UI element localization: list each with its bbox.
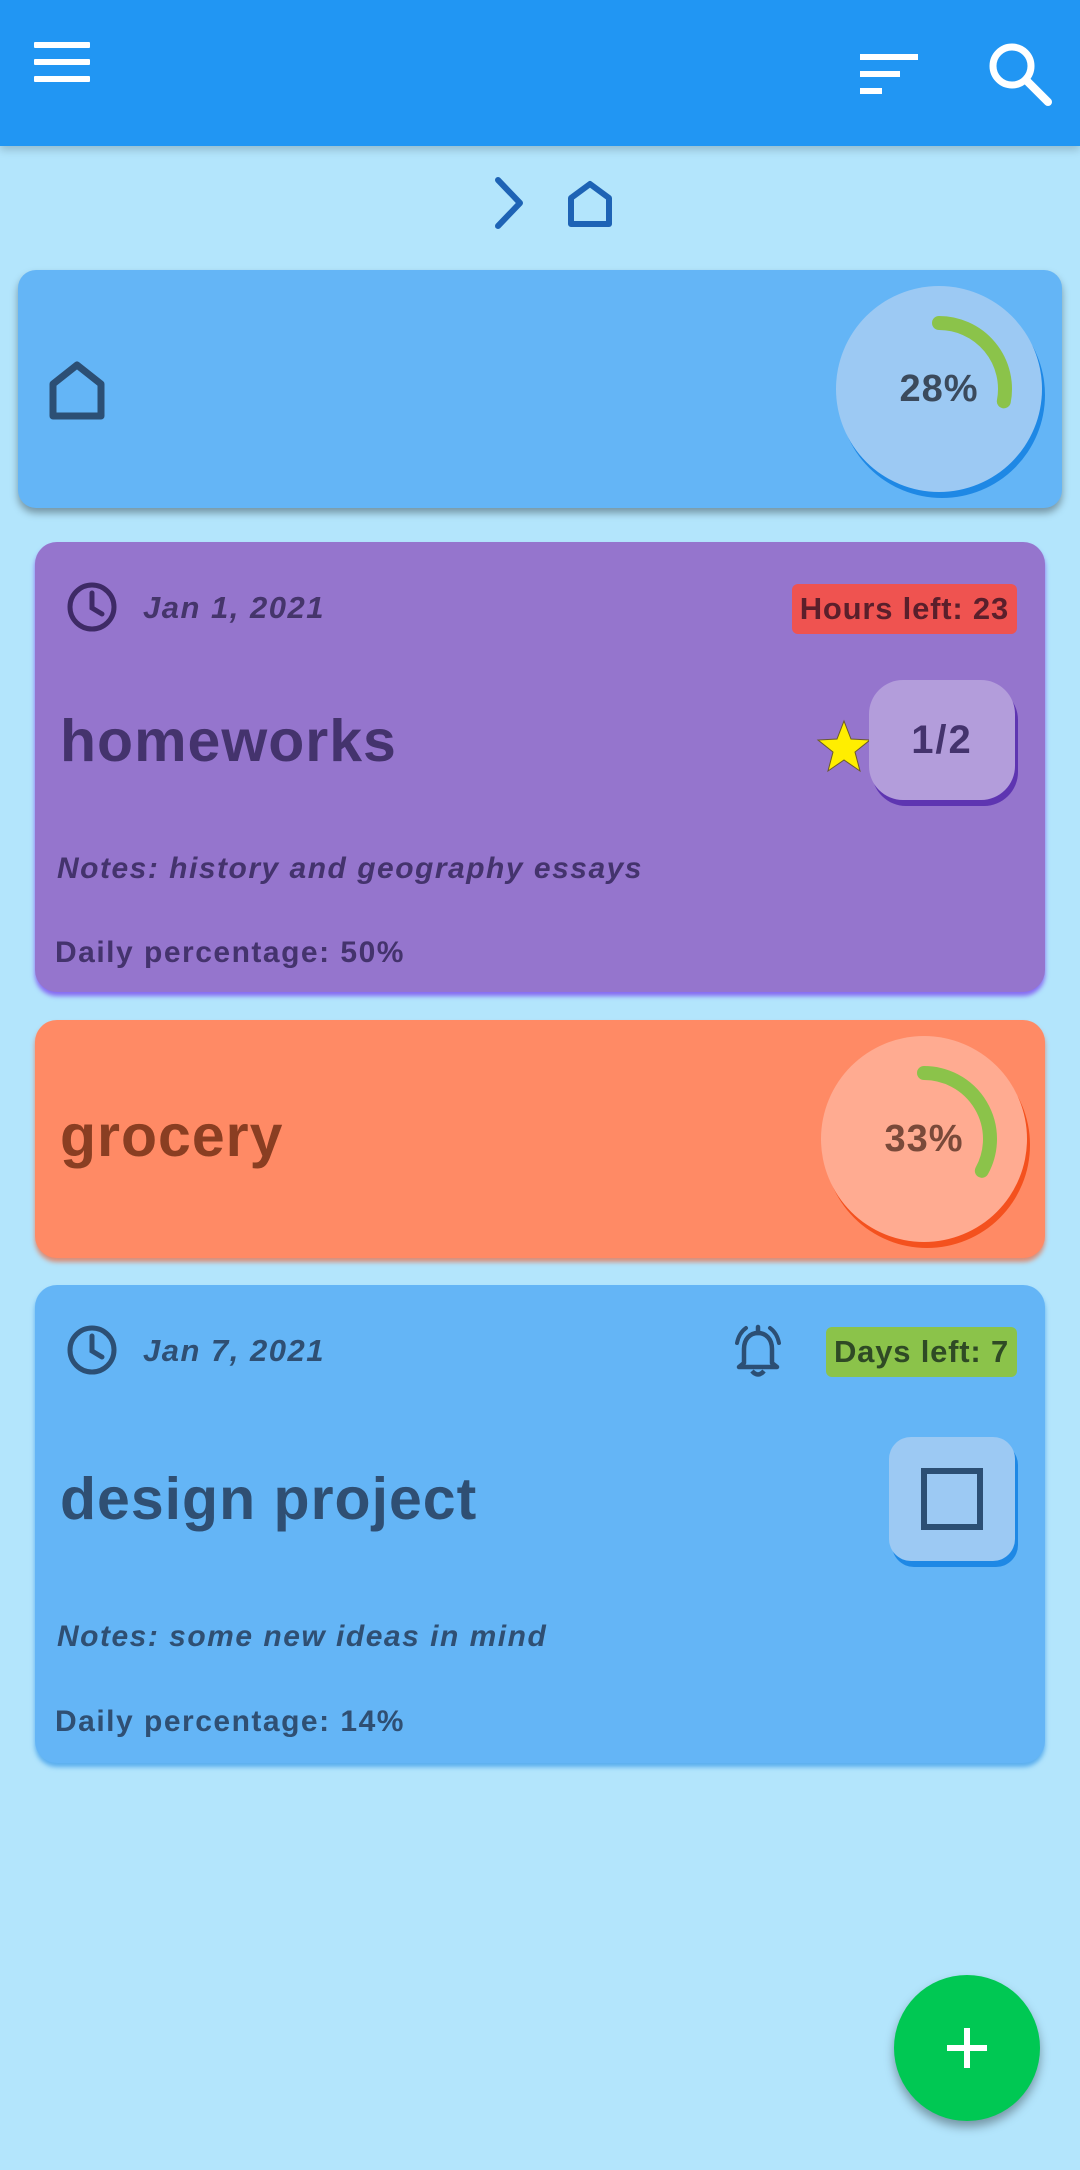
due-date: Jan 7, 2021 [143, 1333, 325, 1368]
home-icon [49, 361, 105, 420]
search-button[interactable] [980, 36, 1064, 110]
task-card-design-project[interactable]: Jan 7, 2021 Days left: 7 design project … [35, 1285, 1045, 1763]
time-left-badge: Days left: 7 [826, 1327, 1017, 1377]
clock-icon [67, 582, 117, 632]
progress-circle: 28% [836, 286, 1042, 492]
daily-percentage: Daily percentage: 50% [55, 936, 405, 969]
daily-percentage: Daily percentage: 14% [55, 1705, 405, 1738]
clock-icon [67, 1325, 117, 1375]
app-bar [0, 0, 1080, 146]
plus-icon [947, 2028, 987, 2068]
task-card-homeworks[interactable]: Jan 1, 2021 Hours left: 23 homeworks 1/2… [35, 542, 1045, 992]
breadcrumb [480, 170, 630, 240]
alarm-bell-icon[interactable] [729, 1323, 787, 1379]
progress-percentage: 33% [884, 1117, 964, 1160]
task-card-grocery[interactable]: grocery 33% [35, 1020, 1045, 1258]
task-notes: Notes: some new ideas in mind [57, 1620, 548, 1653]
menu-icon [34, 42, 90, 82]
search-icon [989, 43, 1052, 106]
time-left-badge: Hours left: 23 [791, 584, 1017, 634]
checkbox-outline-icon [921, 1468, 983, 1530]
progress-percentage: 28% [899, 367, 979, 410]
chevron-right-icon [495, 177, 523, 229]
task-title: design project [60, 1466, 478, 1532]
task-notes: Notes: history and geography essays [57, 852, 643, 885]
sort-icon [860, 54, 918, 94]
root-progress-card[interactable]: 28% [18, 270, 1062, 508]
progress-circle: 33% [821, 1036, 1027, 1242]
task-title: homeworks [60, 708, 397, 774]
menu-button[interactable] [28, 34, 98, 94]
star-icon [816, 719, 872, 773]
add-task-button[interactable] [894, 1975, 1040, 2121]
subtask-counter[interactable]: 1/2 [869, 680, 1015, 800]
due-date: Jan 1, 2021 [143, 590, 325, 625]
task-title: grocery [60, 1103, 284, 1169]
complete-checkbox[interactable] [889, 1437, 1015, 1561]
sort-button[interactable] [854, 44, 926, 104]
home-icon[interactable] [562, 178, 618, 230]
